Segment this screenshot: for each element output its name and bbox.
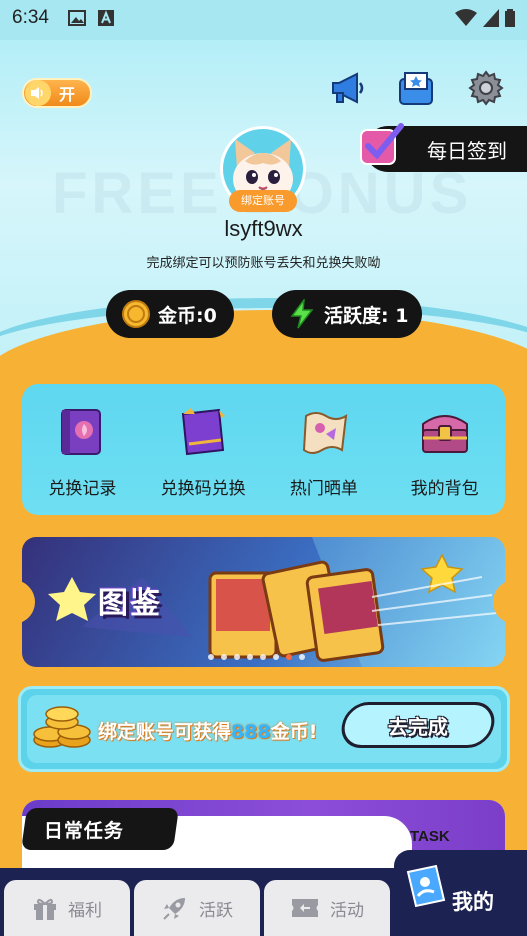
collection-banner[interactable]	[22, 537, 505, 667]
nav-tab-events[interactable]: 活动	[264, 880, 390, 936]
status-time: 6:34	[12, 7, 49, 28]
pagination-dot[interactable]	[221, 654, 227, 660]
profile-card-icon	[406, 864, 446, 908]
settings-gear-icon[interactable]	[466, 68, 506, 108]
my-backpack-button[interactable]: 我的背包	[390, 404, 500, 499]
bind-reward-text: 绑定账号可获得888金币!	[98, 717, 317, 744]
battery-icon	[505, 9, 515, 27]
quick-action-label: 热门晒单	[289, 479, 358, 499]
activity-label: 活跃度: 1	[324, 304, 409, 327]
treasure-chest-icon	[421, 415, 468, 453]
checkin-checkbox-icon	[360, 123, 404, 165]
bind-reward-text-post: 金币!	[270, 721, 318, 743]
banner-pagination[interactable]	[208, 654, 305, 660]
daily-tasks-label: 日常任务	[44, 819, 125, 842]
go-complete-button[interactable]: 去完成	[337, 702, 499, 748]
pagination-dot[interactable]	[260, 654, 266, 660]
pagination-dot[interactable]	[273, 654, 279, 660]
speaker-icon	[25, 80, 51, 106]
pagination-dot[interactable]	[234, 654, 240, 660]
bind-reward-text-pre: 绑定账号可获得	[98, 721, 232, 743]
nav-tab-welfare[interactable]: 福利	[4, 880, 130, 936]
purple-book-icon	[61, 409, 102, 455]
lightning-icon	[286, 298, 318, 330]
text-a-icon	[98, 10, 114, 26]
quick-action-label: 兑换码兑换	[160, 479, 246, 499]
quick-actions-card: 兑换记录 兑换码兑换 热门晒单 我的背包	[22, 384, 505, 515]
nav-tab-mine[interactable]: 我的	[394, 850, 527, 936]
sound-toggle-label: 开	[59, 85, 76, 104]
banner-title: 图鉴	[98, 586, 162, 621]
coins-label: 金币:0	[158, 304, 217, 327]
pagination-dot[interactable]	[299, 654, 305, 660]
go-complete-label: 去完成	[388, 714, 448, 739]
pagination-dot[interactable]	[247, 654, 253, 660]
nav-label: 活动	[330, 900, 364, 921]
nav-label: 福利	[68, 900, 102, 921]
checkin-label: 每日签到	[427, 138, 507, 163]
nav-tab-activity[interactable]: 活跃	[134, 880, 260, 936]
image-icon	[68, 10, 86, 26]
daily-tasks-tab[interactable]: 日常任务	[21, 808, 179, 850]
quick-action-label: 我的背包	[410, 479, 479, 499]
username: lsyft9wx	[224, 216, 303, 241]
daily-checkin-button[interactable]: 每日签到	[360, 123, 527, 172]
wifi-icon	[455, 9, 477, 26]
gift-icon	[34, 898, 56, 920]
mailbox-icon[interactable]	[396, 68, 436, 108]
quick-action-label: 兑换记录	[48, 479, 117, 499]
nav-label: 活跃	[199, 900, 233, 921]
purple-gift-card-icon	[182, 408, 226, 456]
status-bar: 6:34	[0, 0, 527, 40]
hot-showcase-button[interactable]: 热门晒单	[269, 404, 379, 499]
ticket-icon	[292, 899, 318, 917]
coins-stat[interactable]: 金币:0	[106, 290, 234, 338]
banner-artwork	[48, 537, 505, 667]
task-side-label: TASK	[410, 828, 450, 845]
pagination-dot[interactable]	[208, 654, 214, 660]
scroll-map-icon	[302, 412, 348, 454]
rocket-icon	[163, 898, 185, 920]
activity-stat[interactable]: 活跃度: 1	[272, 290, 422, 338]
sound-toggle[interactable]: 开	[22, 78, 92, 108]
nav-label-active: 我的	[452, 890, 494, 914]
bind-reward-amount: 888	[231, 721, 271, 743]
bind-hint-text: 完成绑定可以预防账号丢失和兑换失败呦	[146, 256, 381, 271]
exchange-history-button[interactable]: 兑换记录	[27, 404, 137, 499]
coin-stack-icon	[33, 706, 91, 748]
coin-icon	[120, 298, 152, 330]
pagination-dot-active[interactable]	[286, 654, 292, 660]
megaphone-icon[interactable]	[328, 68, 368, 108]
bind-account-badge[interactable]: 绑定账号	[229, 190, 297, 212]
cellular-signal-icon	[483, 9, 499, 27]
redeem-code-button[interactable]: 兑换码兑换	[148, 404, 258, 499]
